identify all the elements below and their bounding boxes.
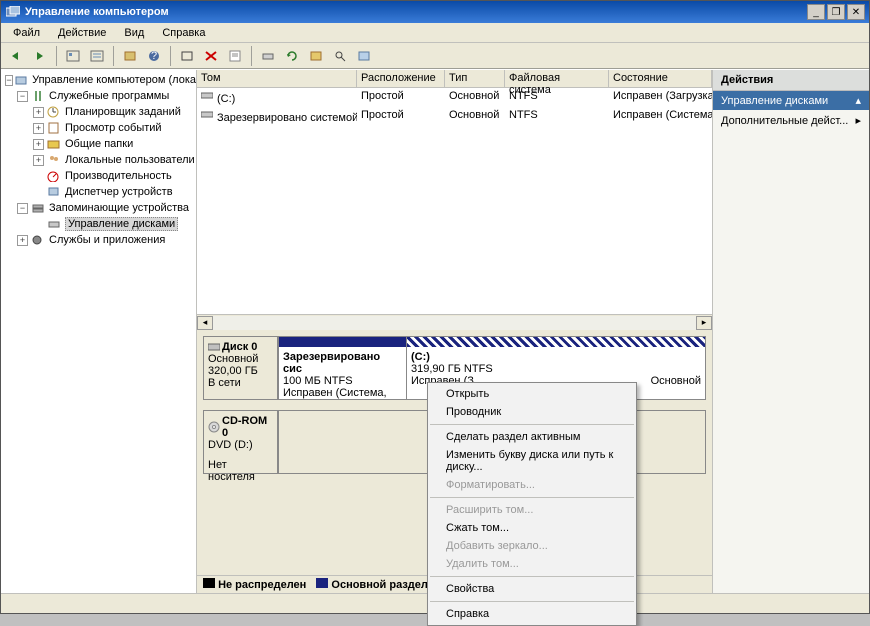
horizontal-scrollbar[interactable]: ◂ ▸ <box>197 314 712 330</box>
tree-task-scheduler[interactable]: +Планировщик заданий <box>1 104 196 120</box>
app-icon <box>5 5 21 19</box>
tool-icon[interactable] <box>62 45 84 67</box>
volume-list-header: Том Расположение Тип Файловая система Со… <box>197 70 712 88</box>
volume-row[interactable]: (C:) Простой Основной NTFS Исправен (Заг… <box>197 88 712 107</box>
volume-row[interactable]: Зарезервировано системой Простой Основно… <box>197 107 712 126</box>
ctx-delete: Удалить том... <box>428 555 636 573</box>
menu-file[interactable]: Файл <box>5 25 48 41</box>
disk-label[interactable]: CD-ROM 0 DVD (D:) Нет носителя <box>204 411 278 473</box>
tree-system-tools[interactable]: −Служебные программы <box>1 88 196 104</box>
ctx-format: Форматировать... <box>428 476 636 494</box>
chevron-right-icon: ▸ <box>855 114 861 127</box>
actions-header: Действия <box>713 70 869 91</box>
properties-icon[interactable] <box>224 45 246 67</box>
svg-text:?: ? <box>151 50 157 62</box>
tool-icon[interactable] <box>329 45 351 67</box>
col-fs[interactable]: Файловая система <box>505 70 609 87</box>
tool-icon[interactable] <box>119 45 141 67</box>
maximize-button[interactable]: ❐ <box>827 4 845 20</box>
tree-root[interactable]: −Управление компьютером (лока <box>1 72 196 88</box>
ctx-mark-active[interactable]: Сделать раздел активным <box>428 428 636 446</box>
col-type[interactable]: Тип <box>445 70 505 87</box>
scroll-left-button[interactable]: ◂ <box>197 316 213 330</box>
scroll-right-button[interactable]: ▸ <box>696 316 712 330</box>
toolbar: ? <box>1 43 869 69</box>
disk-label[interactable]: Диск 0 Основной 320,00 ГБ В сети <box>204 337 278 399</box>
tree-shared-folders[interactable]: +Общие папки <box>1 136 196 152</box>
menu-help[interactable]: Справка <box>154 25 213 41</box>
col-layout[interactable]: Расположение <box>357 70 445 87</box>
close-button[interactable]: ✕ <box>847 4 865 20</box>
tree-services[interactable]: +Службы и приложения <box>1 232 196 248</box>
delete-icon[interactable] <box>200 45 222 67</box>
tree-event-viewer[interactable]: +Просмотр событий <box>1 120 196 136</box>
ctx-extend: Расширить том... <box>428 501 636 519</box>
titlebar: Управление компьютером _ ❐ ✕ <box>1 1 869 23</box>
actions-panel: Действия Управление дисками ▴ Дополнител… <box>713 70 869 593</box>
context-menu: Открыть Проводник Сделать раздел активны… <box>427 382 637 626</box>
tool-icon[interactable] <box>305 45 327 67</box>
collapse-icon: ▴ <box>855 94 861 107</box>
actions-more[interactable]: Дополнительные дейст... ▸ <box>713 110 869 131</box>
drive-icon <box>201 90 215 102</box>
tree-storage[interactable]: −Запоминающие устройства <box>1 200 196 216</box>
tree-disk-management[interactable]: Управление дисками <box>1 216 196 232</box>
menu-action[interactable]: Действие <box>50 25 114 41</box>
menubar: Файл Действие Вид Справка <box>1 23 869 43</box>
actions-category[interactable]: Управление дисками ▴ <box>713 91 869 110</box>
ctx-properties[interactable]: Свойства <box>428 580 636 598</box>
ctx-add-mirror: Добавить зеркало... <box>428 537 636 555</box>
ctx-shrink[interactable]: Сжать том... <box>428 519 636 537</box>
partition-reserved[interactable]: Зарезервировано сис 100 МБ NTFS Исправен… <box>278 337 406 399</box>
forward-button[interactable] <box>29 45 51 67</box>
tool-icon[interactable] <box>257 45 279 67</box>
tool-icon[interactable] <box>86 45 108 67</box>
tool-icon[interactable] <box>176 45 198 67</box>
help-icon[interactable]: ? <box>143 45 165 67</box>
ctx-open[interactable]: Открыть <box>428 385 636 403</box>
tool-icon[interactable] <box>353 45 375 67</box>
menu-view[interactable]: Вид <box>116 25 152 41</box>
tree-device-manager[interactable]: Диспетчер устройств <box>1 184 196 200</box>
cdrom-icon <box>208 421 220 433</box>
ctx-change-letter[interactable]: Изменить букву диска или путь к диску... <box>428 446 636 476</box>
ctx-explorer[interactable]: Проводник <box>428 403 636 421</box>
volume-list: Том Расположение Тип Файловая система Со… <box>197 70 712 330</box>
refresh-icon[interactable] <box>281 45 303 67</box>
ctx-help[interactable]: Справка <box>428 605 636 623</box>
drive-icon <box>201 109 215 121</box>
col-status[interactable]: Состояние <box>609 70 712 87</box>
tree-panel: −Управление компьютером (лока −Служебные… <box>1 70 197 593</box>
tree-local-users[interactable]: +Локальные пользователи <box>1 152 196 168</box>
minimize-button[interactable]: _ <box>807 4 825 20</box>
back-button[interactable] <box>5 45 27 67</box>
disk-icon <box>208 342 220 352</box>
window-title: Управление компьютером <box>25 6 807 18</box>
col-volume[interactable]: Том <box>197 70 357 87</box>
tree-performance[interactable]: Производительность <box>1 168 196 184</box>
